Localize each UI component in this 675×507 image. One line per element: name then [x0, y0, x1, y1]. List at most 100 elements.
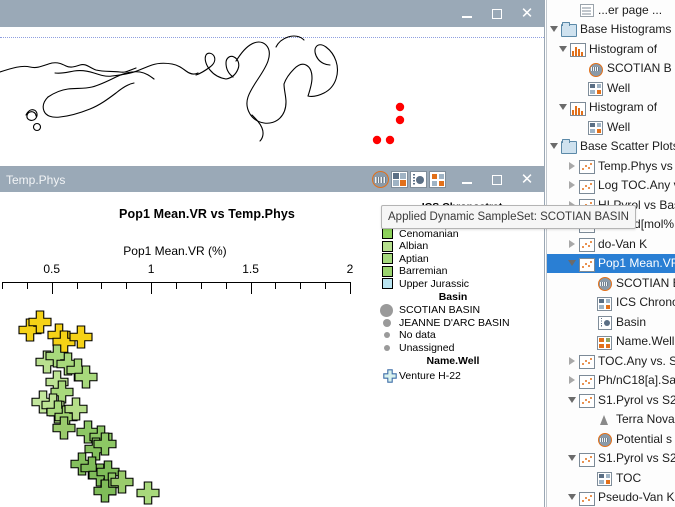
- chart-client-area: Pop1 Mean.VR vs Temp.Phys Pop1 Mean.VR (…: [0, 192, 544, 507]
- tree-item[interactable]: TOC: [547, 468, 675, 488]
- tree-item[interactable]: Base Scatter Plots: [547, 137, 675, 157]
- map-window: ✕: [0, 0, 545, 175]
- expander-open-icon[interactable]: [565, 254, 578, 274]
- scatter-marker[interactable]: [136, 481, 160, 505]
- x-axis-minor-tick: [225, 282, 227, 289]
- legend-header-basin: Basin: [438, 291, 468, 303]
- scatter-points-area[interactable]: [0, 292, 360, 507]
- histogram-icon: [569, 100, 586, 116]
- chart-minimize-button[interactable]: [452, 167, 482, 192]
- chart-canvas[interactable]: Pop1 Mean.VR vs Temp.Phys Pop1 Mean.VR (…: [0, 192, 544, 507]
- tree-item-label: Histogram of: [589, 100, 658, 115]
- tree-item[interactable]: Temp.Phys vs: [547, 156, 675, 176]
- grid-icon[interactable]: [391, 171, 408, 188]
- expander-open-icon[interactable]: [547, 137, 560, 157]
- expander-placeholder: [574, 117, 587, 137]
- tree-item[interactable]: Histogram of: [547, 39, 675, 59]
- well-icon[interactable]: [410, 171, 427, 188]
- expander-closed-icon[interactable]: [565, 371, 578, 391]
- tree-item[interactable]: Potential s: [547, 429, 675, 449]
- tree-item[interactable]: Basin: [547, 312, 675, 332]
- legend-label: Upper Jurassic: [399, 277, 470, 290]
- chart-toolbar: [372, 171, 446, 188]
- x-axis-minor-tick: [76, 282, 78, 289]
- map-window-controls: ✕: [452, 0, 542, 27]
- tree-item[interactable]: ICS Chrono: [547, 293, 675, 313]
- chart-close-button[interactable]: ✕: [512, 167, 542, 192]
- grid-icon: [596, 470, 613, 487]
- chart-maximize-button[interactable]: [482, 167, 512, 192]
- expander-closed-icon[interactable]: [565, 156, 578, 176]
- legend-swatch: [382, 253, 393, 265]
- map-maximize-button[interactable]: [482, 1, 512, 26]
- tree-item[interactable]: Base Histograms: [547, 20, 675, 40]
- legend-item-basin[interactable]: SCOTIAN BASIN: [380, 303, 542, 317]
- tree-item[interactable]: Ph/nC18[a].Sa: [547, 371, 675, 391]
- sampleset-icon[interactable]: [372, 171, 389, 188]
- legend-item-basin[interactable]: Unassigned: [382, 342, 542, 355]
- x-axis-minor-tick: [325, 282, 327, 289]
- legend-item-well[interactable]: Venture H-22: [382, 368, 542, 383]
- map-canvas[interactable]: [0, 27, 544, 174]
- tree-item[interactable]: Terra Nova: [547, 410, 675, 430]
- legend-item-basin[interactable]: JEANNE D'ARC BASIN: [382, 317, 542, 330]
- sampleset-icon: [596, 431, 613, 448]
- tree-item[interactable]: S1.Pyrol vs S2: [547, 390, 675, 410]
- legend-label: Venture H-22: [399, 369, 461, 382]
- tree-item[interactable]: ...er page ...: [547, 0, 675, 20]
- tree-item[interactable]: SCOTIAN B: [547, 59, 675, 79]
- legend-item-chronostrat[interactable]: Albian: [382, 240, 542, 253]
- tree-item-label: SCOTIAN B: [607, 61, 672, 76]
- legend-label: Unassigned: [399, 341, 455, 354]
- legend-item-chronostrat[interactable]: Barremian: [382, 265, 542, 278]
- tree-item-selected[interactable]: Pop1 Mean.VR: [547, 253, 675, 274]
- scatter-icon: [578, 178, 595, 194]
- tree-item[interactable]: Log TOC.Any v: [547, 176, 675, 196]
- project-tree: ...er page ... Base Histograms Histogram o…: [547, 0, 675, 507]
- legend-item-chronostrat[interactable]: Aptian: [382, 253, 542, 266]
- legend-dot-marker: [383, 332, 390, 339]
- tree-item[interactable]: S1.Pyrol vs S2: [547, 449, 675, 469]
- map-minimize-button[interactable]: [452, 1, 482, 26]
- legend-item-chronostrat[interactable]: Cenomanian: [382, 228, 542, 241]
- legend-swatch: [382, 278, 393, 290]
- scatter-icon: [578, 373, 595, 389]
- tree-item[interactable]: TOC.Any vs. S: [547, 351, 675, 371]
- grid-icon: [587, 80, 604, 97]
- basin-icon: [596, 314, 613, 331]
- tree-item[interactable]: Histogram of: [547, 98, 675, 118]
- map-close-button[interactable]: ✕: [512, 1, 542, 26]
- legend-item-chronostrat[interactable]: Upper Jurassic: [382, 278, 542, 291]
- legend-dot-marker: [380, 303, 393, 317]
- tree-item[interactable]: SCOTIAN B: [547, 273, 675, 293]
- expander-closed-icon[interactable]: [565, 234, 578, 254]
- tree-item[interactable]: Well: [547, 117, 675, 137]
- chart-window-titlebar[interactable]: Temp.Phys ✕: [0, 167, 544, 192]
- expander-open-icon[interactable]: [565, 488, 578, 507]
- namewell-icon[interactable]: [429, 171, 446, 188]
- tree-item[interactable]: Name.Well: [547, 332, 675, 352]
- expander-open-icon[interactable]: [556, 98, 569, 118]
- legend-swatch: [382, 265, 393, 277]
- expander-placeholder: [583, 410, 596, 430]
- expander-closed-icon[interactable]: [565, 176, 578, 196]
- legend-label: Barremian: [399, 265, 448, 278]
- expander-open-icon[interactable]: [565, 449, 578, 469]
- expander-open-icon[interactable]: [547, 20, 560, 40]
- tree-item[interactable]: do-Van K: [547, 234, 675, 254]
- project-tree-panel[interactable]: ...er page ... Base Histograms Histogram o…: [546, 0, 675, 507]
- x-axis-minor-tick: [176, 282, 177, 289]
- map-window-titlebar[interactable]: ✕: [0, 0, 544, 27]
- chart-window-title: Temp.Phys: [6, 172, 66, 187]
- tree-item[interactable]: Well: [547, 78, 675, 98]
- expander-open-icon[interactable]: [556, 39, 569, 59]
- expander-open-icon[interactable]: [565, 390, 578, 410]
- map-client-area: [0, 27, 544, 174]
- scatter-icon: [578, 451, 595, 467]
- expander-closed-icon[interactable]: [565, 351, 578, 371]
- tree-item-label: Histogram of: [589, 41, 658, 56]
- expander-placeholder: [583, 312, 596, 332]
- legend-item-basin[interactable]: No data: [382, 329, 542, 342]
- grid-icon: [596, 295, 613, 311]
- tree-item[interactable]: Pseudo-Van K: [547, 488, 675, 507]
